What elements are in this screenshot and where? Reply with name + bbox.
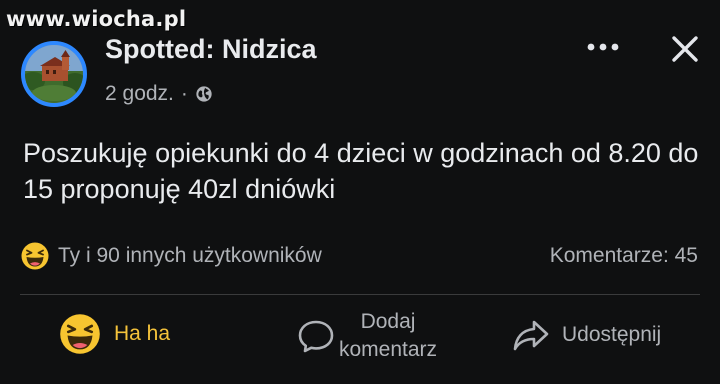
close-button[interactable] (665, 29, 705, 69)
post-body-text: Poszukuję opiekunki do 4 dzieci w godzin… (23, 138, 699, 204)
divider (20, 294, 700, 295)
add-comment-label: Dodaj komentarz (339, 310, 438, 361)
comments-count[interactable]: Komentarze: 45 (550, 244, 698, 268)
share-arrow-icon (513, 320, 549, 351)
meta-separator: · (180, 82, 188, 105)
post-screenshot: www.wiocha.pl Spotted: Nidzica 2 godz. · (0, 0, 720, 384)
haha-reaction-button[interactable]: Ha ha (58, 312, 170, 356)
more-horizontal-icon (587, 43, 619, 51)
haha-emoji-icon (21, 242, 49, 270)
castle-photo-icon (25, 45, 83, 103)
share-button[interactable]: Udostępnij (512, 318, 661, 352)
page-avatar[interactable] (21, 41, 87, 107)
post-meta: 2 godz. · (105, 82, 213, 106)
globe-icon (196, 86, 212, 102)
add-comment-button[interactable]: Dodaj komentarz (297, 308, 437, 364)
post-time[interactable]: 2 godz. (105, 82, 174, 106)
haha-label: Ha ha (114, 322, 171, 345)
close-icon (672, 36, 698, 62)
watermark: www.wiocha.pl (6, 7, 187, 31)
haha-emoji-icon (60, 314, 100, 354)
share-label: Udostępnij (562, 323, 662, 346)
comment-bubble-icon (298, 320, 334, 353)
more-options-button[interactable] (583, 29, 623, 65)
reactions-summary-text: Ty i 90 innych użytkowników (58, 244, 322, 267)
page-name[interactable]: Spotted: Nidzica (105, 34, 317, 65)
reactions-summary[interactable]: Ty i 90 innych użytkowników (20, 241, 322, 271)
